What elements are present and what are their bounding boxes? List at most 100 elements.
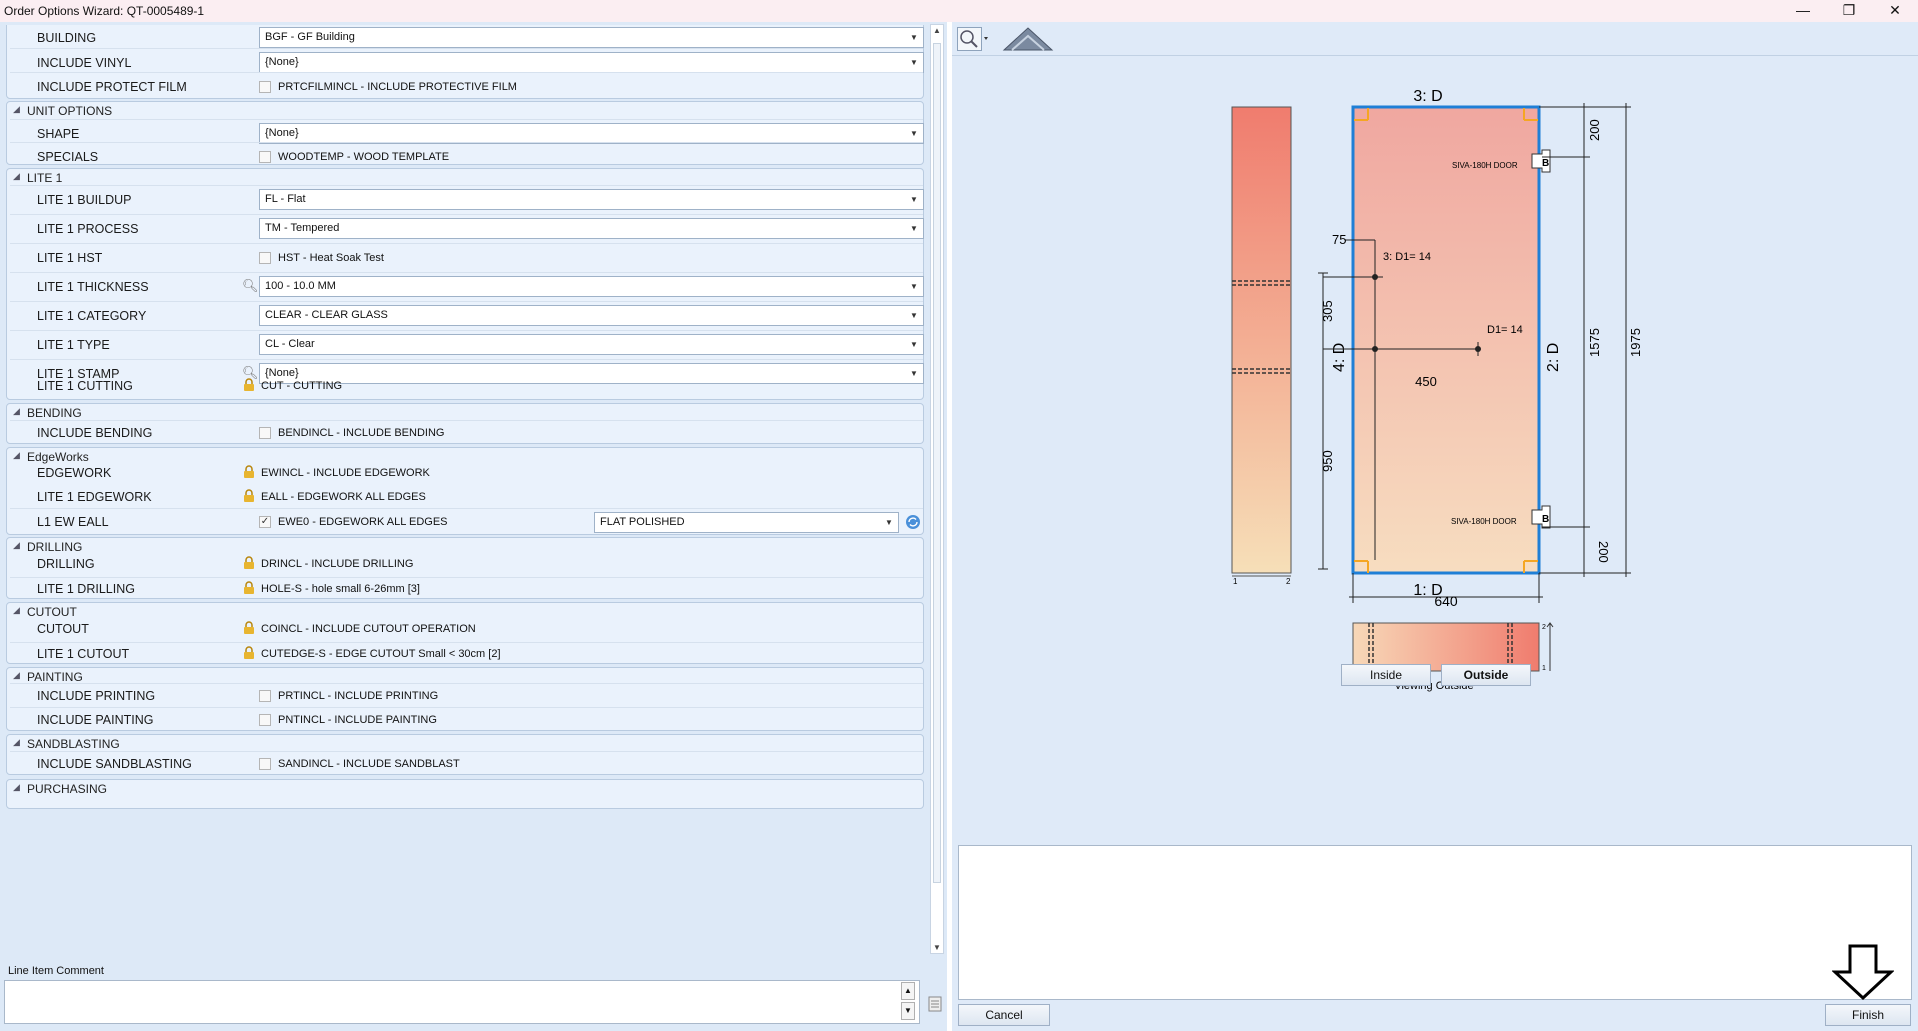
row-label: CUTOUT xyxy=(37,622,89,636)
lite1-type-combo[interactable]: CL - Clear ▼ xyxy=(259,334,924,355)
collapse-icon[interactable]: ◢ xyxy=(13,104,20,115)
preview-pane: 1 2 3: D 1: D 4: D 2: D B SIVA-180H DOOR… xyxy=(952,22,1918,1031)
chevron-down-icon[interactable]: ▼ xyxy=(905,190,923,209)
row-label: LITE 1 HST xyxy=(37,251,103,265)
side-tick-right: 2 xyxy=(1286,577,1291,586)
chevron-down-icon[interactable]: ▼ xyxy=(905,306,923,325)
outside-button[interactable]: Outside xyxy=(1441,664,1531,686)
property-grid: BUILDING BGF - GF Building ▼ INCLUDE VINY… xyxy=(6,25,924,977)
row-lite1-thickness: LITE 1 THICKNESS 🔍︎ 100 - 10.0 MM ▼ xyxy=(10,272,924,301)
inside-button[interactable]: Inside xyxy=(1341,664,1431,686)
collapse-icon[interactable]: ◢ xyxy=(13,670,20,681)
row-lite1-cutting: LITE 1 CUTTING CUT - CUTTING xyxy=(10,378,923,398)
chevron-down-icon[interactable]: ▼ xyxy=(905,219,923,238)
section-title: PAINTING xyxy=(27,670,83,684)
section-purchasing: ◢ PURCHASING xyxy=(6,779,924,809)
section-title: CUTOUT xyxy=(27,605,77,619)
scroll-down-icon[interactable]: ▼ xyxy=(901,1002,915,1020)
hole-1 xyxy=(1372,274,1378,280)
cancel-button[interactable]: Cancel xyxy=(958,1004,1050,1026)
printing-checkbox[interactable] xyxy=(259,690,271,702)
top-edge-label: 3: D xyxy=(1413,88,1442,105)
lock-icon xyxy=(244,556,254,569)
building-combo[interactable]: BGF - GF Building ▼ xyxy=(259,27,924,48)
row-label: INCLUDE PAINTING xyxy=(37,713,154,727)
locked-value: COINCL - INCLUDE CUTOUT OPERATION xyxy=(261,623,476,635)
collapse-icon[interactable]: ◢ xyxy=(13,171,20,182)
lock-icon xyxy=(244,621,254,634)
row-lite1-buildup: LITE 1 BUILDUP FL - Flat ▼ xyxy=(10,185,924,214)
glass-panel xyxy=(1351,105,1541,575)
protect-film-checkbox[interactable] xyxy=(259,81,271,93)
scroll-thumb[interactable] xyxy=(933,43,941,883)
hinge-letter-top: B xyxy=(1542,158,1549,169)
section-lite1: ◢ LITE 1 LITE 1 BUILDUP FL - Flat ▼ LITE … xyxy=(6,168,924,400)
collapse-icon[interactable]: ◢ xyxy=(13,605,20,616)
locked-value: EALL - EDGEWORK ALL EDGES xyxy=(261,491,426,503)
chevron-down-icon[interactable]: ▼ xyxy=(905,28,923,47)
property-scrollbar[interactable]: ▲ ▼ xyxy=(930,24,944,954)
row-lite1-type: LITE 1 TYPE CL - Clear ▼ xyxy=(10,330,924,359)
sandblasting-checkbox[interactable] xyxy=(259,758,271,770)
minimize-button[interactable]: — xyxy=(1780,0,1826,22)
comment-scrollbar[interactable]: ▲ ▼ xyxy=(901,982,917,1022)
collapse-icon[interactable]: ◢ xyxy=(13,782,20,793)
row-cutout: CUTOUT COINCL - INCLUDE CUTOUT OPERATION xyxy=(10,618,923,640)
hole-y2-dim: 950 xyxy=(1320,450,1335,472)
search-icon[interactable]: 🔍︎ xyxy=(242,278,259,294)
painting-checkbox[interactable] xyxy=(259,714,271,726)
combo-value: FL - Flat xyxy=(265,193,306,205)
include-vinyl-combo[interactable]: {None} ▼ xyxy=(259,52,924,73)
options-pane: BUILDING BGF - GF Building ▼ INCLUDE VINY… xyxy=(0,22,947,1031)
lite1-process-combo[interactable]: TM - Tempered ▼ xyxy=(259,218,924,239)
chevron-down-icon[interactable]: ▼ xyxy=(905,335,923,354)
collapse-icon[interactable]: ◢ xyxy=(13,450,20,461)
refresh-icon[interactable] xyxy=(905,514,921,530)
close-button[interactable]: ✕ xyxy=(1872,0,1918,22)
scroll-up-icon[interactable]: ▲ xyxy=(901,982,915,1000)
collapse-icon[interactable]: ◢ xyxy=(13,540,20,551)
collapse-icon[interactable]: ◢ xyxy=(13,737,20,748)
view-mode-icon[interactable] xyxy=(1002,26,1054,52)
shape-combo[interactable]: {None} ▼ xyxy=(259,123,924,144)
collapse-icon[interactable]: ◢ xyxy=(13,406,20,417)
zoom-icon[interactable] xyxy=(957,27,993,51)
ew-eall-checkbox[interactable]: ✓ xyxy=(259,516,271,528)
row-label: LITE 1 CUTOUT xyxy=(37,647,130,661)
row-label: LITE 1 CATEGORY xyxy=(37,309,147,323)
row-label: LITE 1 EDGEWORK xyxy=(37,490,152,504)
scroll-down-icon[interactable]: ▼ xyxy=(931,943,943,952)
notes-icon[interactable] xyxy=(928,996,942,1012)
bending-checkbox[interactable] xyxy=(259,427,271,439)
window-title: Order Options Wizard: QT-0005489-1 xyxy=(4,4,205,18)
lite1-category-combo[interactable]: CLEAR - CLEAR GLASS ▼ xyxy=(259,305,924,326)
top-offset-dim: 200 xyxy=(1587,119,1602,141)
line-item-comment-field[interactable] xyxy=(4,980,920,1024)
chevron-down-icon[interactable]: ▼ xyxy=(905,53,923,72)
chevron-down-icon[interactable]: ▼ xyxy=(905,277,923,296)
lite1-buildup-combo[interactable]: FL - Flat ▼ xyxy=(259,189,924,210)
row-lite1-hst: LITE 1 HST HST - Heat Soak Test xyxy=(10,243,923,272)
section-general: BUILDING BGF - GF Building ▼ INCLUDE VINY… xyxy=(6,25,924,99)
edge-finish-combo[interactable]: FLAT POLISHED ▼ xyxy=(594,512,899,533)
chevron-down-icon[interactable]: ▼ xyxy=(905,124,923,143)
hst-checkbox[interactable] xyxy=(259,252,271,264)
checkbox-text: PNTINCL - INCLUDE PAINTING xyxy=(278,714,437,726)
row-include-printing: INCLUDE PRINTING PRTINCL - INCLUDE PRINT… xyxy=(10,683,923,707)
row-label: LITE 1 CUTTING xyxy=(37,379,133,393)
checkbox-text: PRTCFILMINCL - INCLUDE PROTECTIVE FILM xyxy=(278,81,517,93)
section-cutout: ◢ CUTOUT CUTOUT COINCL - INCLUDE CUTOUT … xyxy=(6,602,924,664)
arrow-down-icon xyxy=(1832,944,1894,1000)
section-sandblasting: ◢ SANDBLASTING INCLUDE SANDBLASTING SAND… xyxy=(6,734,924,775)
specials-checkbox[interactable] xyxy=(259,151,271,163)
hole-label-1: 3: D1= 14 xyxy=(1383,251,1431,263)
maximize-button[interactable]: ❐ xyxy=(1826,0,1872,22)
scroll-up-icon[interactable]: ▲ xyxy=(931,26,943,35)
chevron-down-icon[interactable]: ▼ xyxy=(880,513,898,532)
finish-button[interactable]: Finish xyxy=(1825,1004,1911,1026)
lock-icon xyxy=(244,646,254,659)
row-lite1-category: LITE 1 CATEGORY CLEAR - CLEAR GLASS ▼ xyxy=(10,301,924,330)
hole-label-2: D1= 14 xyxy=(1487,324,1523,336)
row-label: LITE 1 BUILDUP xyxy=(37,193,132,207)
lite1-thickness-combo[interactable]: 100 - 10.0 MM ▼ xyxy=(259,276,924,297)
